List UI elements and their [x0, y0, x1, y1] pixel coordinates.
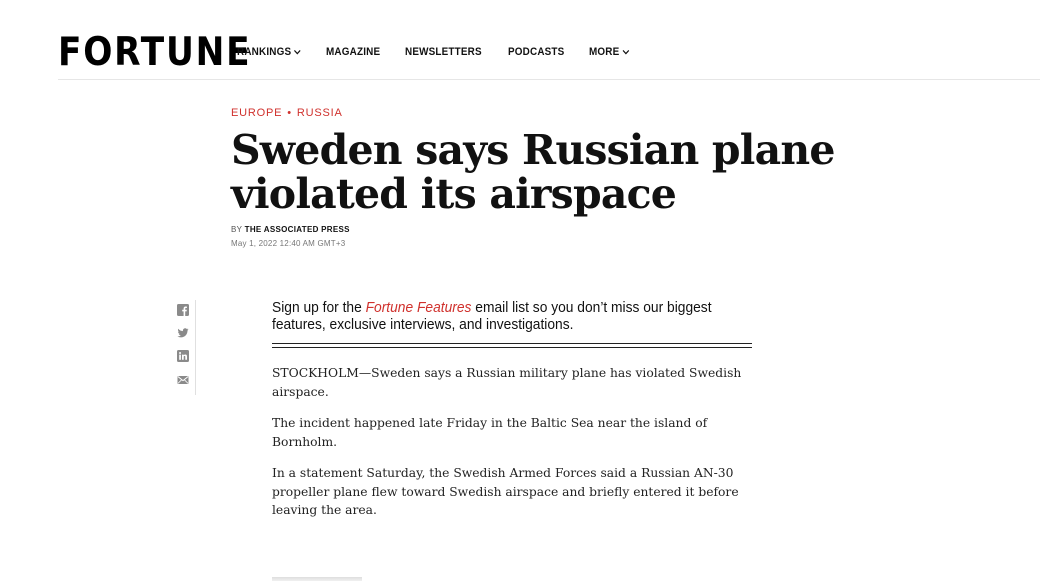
publish-date: May 1, 2022 12:40 AM GMT+3 [231, 239, 346, 248]
promo-divider-top [272, 343, 752, 344]
fortune-features-link[interactable]: Fortune Features [366, 299, 472, 316]
site-header: FORTUNE RANKINGS MAGAZINE NEWSLETTERS PO… [58, 0, 1040, 80]
article-kicker: EUROPE • RUSSIA [231, 107, 343, 119]
author-link[interactable]: THE ASSOCIATED PRESS [245, 225, 350, 234]
main-nav: RANKINGS MAGAZINE NEWSLETTERS PODCASTS M… [237, 46, 651, 58]
nav-podcasts[interactable]: PODCASTS [508, 46, 564, 58]
kicker-section-link[interactable]: EUROPE [231, 107, 282, 119]
newsletter-promo: Sign up for the Fortune Features email l… [272, 299, 714, 333]
fortune-logo[interactable]: FORTUNE [58, 33, 251, 73]
byline-prefix: BY [231, 225, 243, 234]
byline: BY THE ASSOCIATED PRESS [231, 225, 350, 234]
linkedin-icon[interactable] [177, 350, 189, 362]
nav-rankings[interactable]: RANKINGS [237, 46, 301, 58]
promo-text-before: Sign up for the [272, 299, 366, 316]
facebook-icon[interactable] [177, 304, 189, 316]
nav-newsletters[interactable]: NEWSLETTERS [405, 46, 482, 58]
email-icon[interactable] [177, 374, 189, 386]
promo-divider-bottom [272, 347, 752, 348]
article-body: STOCKHOLM—Sweden says a Russian military… [272, 364, 752, 533]
kicker-separator: • [287, 107, 292, 119]
social-share-rail [170, 300, 196, 395]
article-paragraph: In a statement Saturday, the Swedish Arm… [272, 466, 739, 517]
kicker-topic-link[interactable]: RUSSIA [297, 107, 343, 119]
nav-more-label: MORE [588, 46, 620, 58]
article-paragraph: The incident happened late Friday in the… [272, 416, 708, 449]
chevron-down-icon [294, 49, 301, 55]
nav-more[interactable]: MORE [589, 46, 629, 58]
nav-magazine[interactable]: MAGAZINE [326, 46, 380, 58]
nav-newsletters-label: NEWSLETTERS [404, 46, 482, 58]
twitter-icon[interactable] [177, 327, 189, 339]
nav-podcasts-label: PODCASTS [507, 46, 565, 58]
article-headline: Sweden says Russian plane violated its a… [231, 126, 835, 218]
nav-magazine-label: MAGAZINE [326, 46, 381, 58]
chevron-down-icon [622, 49, 629, 55]
article-paragraph: STOCKHOLM—Sweden says a Russian military… [272, 366, 742, 399]
partially-visible-content [272, 577, 362, 581]
nav-rankings-label: RANKINGS [237, 46, 292, 58]
